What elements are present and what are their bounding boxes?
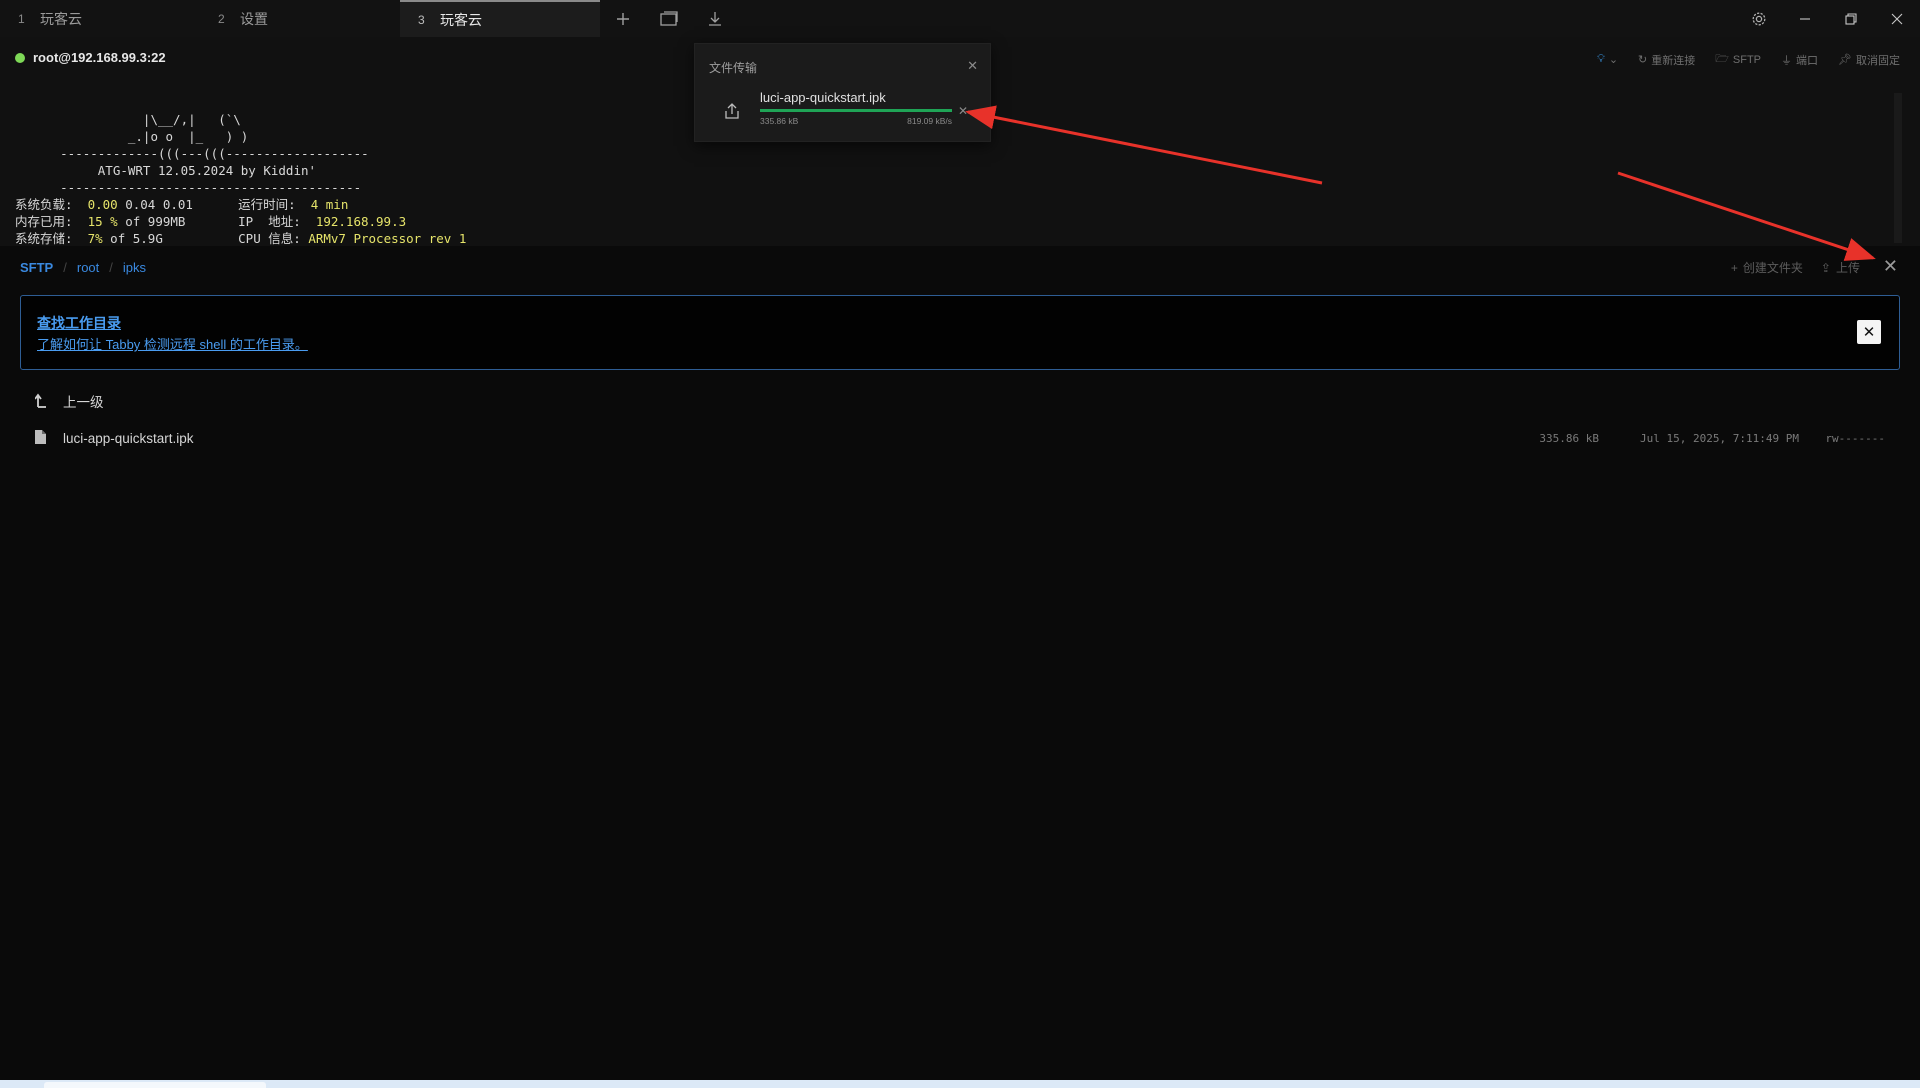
tab-1[interactable]: 1 玩客云 <box>0 0 200 37</box>
stat-label: 系统存储: <box>15 231 73 246</box>
breadcrumb-sftp[interactable]: SFTP <box>20 260 53 275</box>
motd-line: -------------(((---(((------------------… <box>15 146 369 161</box>
file-size: 335.86 kB <box>1539 431 1599 445</box>
transfer-title: 文件传输 <box>709 61 758 75</box>
sftp-button[interactable]: 🗁︎ SFTP <box>1715 50 1761 69</box>
motd-line: ATG-WRT 12.05.2024 by Kiddin' <box>15 163 317 178</box>
tab-3[interactable]: 3 玩客云 <box>400 0 600 37</box>
banner-close-icon[interactable]: ✕ <box>1857 320 1881 344</box>
breadcrumb-root[interactable]: root <box>77 260 99 275</box>
upload-icon <box>725 103 739 124</box>
working-directory-banner: 查找工作目录 了解如何让 Tabby 检测远程 shell 的工作目录。 ✕ <box>20 295 1900 370</box>
stat-label: 运行时间: <box>238 197 296 212</box>
refresh-icon: ↻ <box>1638 54 1648 66</box>
profiles-icon[interactable] <box>651 0 687 37</box>
motd-line: |\__/,| (`\ <box>15 112 241 127</box>
file-date: Jul 15, 2025, 7:11:49 PM <box>1640 431 1799 445</box>
stat-value-rest: 0.04 0.01 <box>117 197 193 212</box>
transfer-file-name: luci-app-quickstart.ipk <box>760 90 886 105</box>
download-icon[interactable] <box>697 0 733 37</box>
parent-directory-label: 上一级 <box>63 395 104 410</box>
tab-number: 2 <box>218 11 225 26</box>
stat-label: IP 地址: <box>238 214 301 229</box>
plug-icon: ⏚ <box>1781 54 1793 67</box>
motd-line: ---------------------------------------- <box>15 180 362 195</box>
gear-icon[interactable] <box>1741 0 1777 37</box>
stat-label: CPU 信息: <box>238 231 301 246</box>
cancel-transfer-icon[interactable]: ✕ <box>958 104 968 118</box>
pin-icon: 📌︎ <box>1838 54 1852 66</box>
tab-bar: 1 玩客云 2 设置 3 玩客云 <box>0 0 1920 37</box>
tab-label: 设置 <box>240 10 268 27</box>
stat-value: 4 min <box>310 197 349 212</box>
stat-value: 15 % <box>87 214 118 229</box>
tab-number: 3 <box>418 12 425 27</box>
file-row[interactable]: luci-app-quickstart.ipk 335.86 kB Jul 15… <box>35 425 1885 451</box>
taskbar-tab <box>44 1082 266 1088</box>
file-name: luci-app-quickstart.ipk <box>63 430 194 446</box>
breadcrumb-separator: / <box>63 260 67 275</box>
stat-label: 内存已用: <box>15 214 73 229</box>
close-sftp-icon[interactable]: ✕ <box>1883 256 1898 277</box>
breadcrumb: SFTP / root / ipks <box>20 260 146 275</box>
progress-fill <box>760 109 952 112</box>
tab-label: 玩客云 <box>440 11 482 28</box>
connection-status: root@192.168.99.3:22 <box>15 50 166 65</box>
close-window-icon[interactable] <box>1874 0 1920 37</box>
file-transfer-popup: 文件传输 ✕ luci-app-quickstart.ipk 335.86 kB… <box>694 43 991 142</box>
minimize-icon[interactable] <box>1782 0 1828 37</box>
upload-icon: ⇪ <box>1820 260 1831 275</box>
file-icon <box>35 429 63 447</box>
taskbar-strip <box>0 1080 1920 1088</box>
stat-value: 7% <box>87 231 103 246</box>
plus-icon: + <box>1730 260 1738 275</box>
create-folder-button[interactable]: + 创建文件夹 <box>1731 259 1803 276</box>
transfer-speed: 819.09 kB/s <box>907 116 952 126</box>
ports-button[interactable]: ⏚ 端口 <box>1781 52 1818 68</box>
stat-value-rest: of 999MB <box>117 214 186 229</box>
stat-value: 192.168.99.3 <box>315 214 407 229</box>
progress-bar <box>760 109 952 112</box>
terminal-scrollbar[interactable] <box>1894 93 1902 243</box>
restore-icon[interactable] <box>1828 0 1874 37</box>
connection-host: root@192.168.99.3:22 <box>33 50 166 65</box>
folder-icon: 🗁︎ <box>1715 53 1729 65</box>
stat-label: 系统负载: <box>15 197 73 212</box>
status-dot <box>15 52 25 63</box>
reconnect-button[interactable]: ↻ 重新连接 <box>1638 52 1695 68</box>
file-meta: 335.86 kB Jul 15, 2025, 7:11:49 PM rw---… <box>1489 432 1885 445</box>
terminal-toolbar: 💡︎ ⌄ ↻ 重新连接 🗁︎ SFTP ⏚ 端口 📌︎ 取消固定 <box>1597 50 1900 69</box>
file-permissions: rw------- <box>1825 431 1885 445</box>
breadcrumb-ipks[interactable]: ipks <box>123 260 146 275</box>
motd-line: _.|o o |_ ) ) <box>15 129 249 144</box>
close-icon[interactable]: ✕ <box>967 58 978 74</box>
parent-directory-row[interactable]: 上一级 <box>34 388 1885 414</box>
tab-2[interactable]: 2 设置 <box>200 0 400 37</box>
unpin-button[interactable]: 📌︎ 取消固定 <box>1838 52 1900 68</box>
upload-button[interactable]: ⇪ 上传 <box>1821 259 1860 276</box>
banner-help-link[interactable]: 了解如何让 Tabby 检测远程 shell 的工作目录。 <box>37 334 308 353</box>
new-tab-icon[interactable] <box>605 0 641 37</box>
stat-value: ARMv7 Processor rev 1 <box>308 231 467 246</box>
stat-value: 0.00 <box>87 197 118 212</box>
bulb-icon[interactable]: 💡︎ ⌄ <box>1597 53 1618 66</box>
tab-number: 1 <box>18 11 25 26</box>
tab-label: 玩客云 <box>40 10 82 27</box>
level-up-icon <box>34 392 63 411</box>
transfer-size: 335.86 kB <box>760 116 799 126</box>
terminal-output: |\__/,| (`\ _.|o o |_ ) ) -------------(… <box>15 111 466 246</box>
banner-title-link[interactable]: 查找工作目录 <box>37 313 121 333</box>
sftp-panel: SFTP / root / ipks + 创建文件夹 ⇪ 上传 ✕ 查找工作目录… <box>0 246 1920 1080</box>
breadcrumb-separator: / <box>109 260 113 275</box>
sftp-toolbar: + 创建文件夹 ⇪ 上传 <box>1731 259 1860 276</box>
stat-value-rest: of 5.9G <box>102 231 163 246</box>
